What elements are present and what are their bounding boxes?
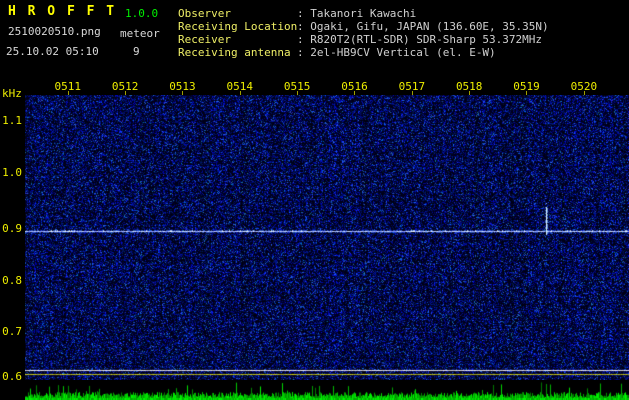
info-value: Takanori Kawachi xyxy=(310,7,417,20)
timestamp: 25.10.02 05:10 xyxy=(6,45,99,58)
output-filename: 2510020510.png xyxy=(8,25,101,38)
signal-strength-strip xyxy=(25,381,629,400)
y-tick-label: 0.6 xyxy=(2,370,22,383)
info-row: Receiving antenna: 2el-HB9CV Vertical (e… xyxy=(178,46,549,59)
time-axis: 0511 0512 0513 0514 0515 0516 0517 0518 0519 0520 xyxy=(0,80,629,95)
y-tick-label: 0.8 xyxy=(2,274,22,287)
info-row: Receiving Location: Ogaki, Gifu, JAPAN (… xyxy=(178,20,549,33)
echo-count: 9 xyxy=(133,45,140,58)
info-label: Receiver xyxy=(178,33,231,46)
info-row: Receiver: R820T2(RTL-SDR) SDR-Sharp 53.3… xyxy=(178,33,549,46)
info-colon: : xyxy=(297,20,311,33)
y-tick-label: 1.0 xyxy=(2,166,22,179)
app-title: H R O F F T xyxy=(8,4,117,19)
info-colon: : xyxy=(297,33,311,46)
info-label: Receiving antenna xyxy=(178,46,291,59)
info-colon: : xyxy=(297,46,311,59)
mode-label: meteor xyxy=(120,27,160,40)
hrofft-window: H R O F F T 1.0.0 2510020510.png meteor … xyxy=(0,0,629,400)
info-value: Ogaki, Gifu, JAPAN (136.60E, 35.35N) xyxy=(310,20,549,33)
spectrogram-canvas xyxy=(25,95,629,380)
y-tick-label: 0.9 xyxy=(2,222,22,235)
y-tick-label: 1.1 xyxy=(2,114,22,127)
station-info: Observer: Takanori Kawachi Receiving Loca… xyxy=(178,7,549,59)
y-tick-label: 0.7 xyxy=(2,325,22,338)
info-value: 2el-HB9CV Vertical (el. E-W) xyxy=(310,46,496,59)
info-colon: : xyxy=(297,7,311,20)
info-value: R820T2(RTL-SDR) SDR-Sharp 53.372MHz xyxy=(310,33,543,46)
app-version: 1.0.0 xyxy=(125,7,159,20)
info-label: Receiving Location xyxy=(178,20,298,33)
info-row: Observer: Takanori Kawachi xyxy=(178,7,549,20)
frequency-unit-label: kHz xyxy=(2,87,22,100)
info-label: Observer xyxy=(178,7,231,20)
